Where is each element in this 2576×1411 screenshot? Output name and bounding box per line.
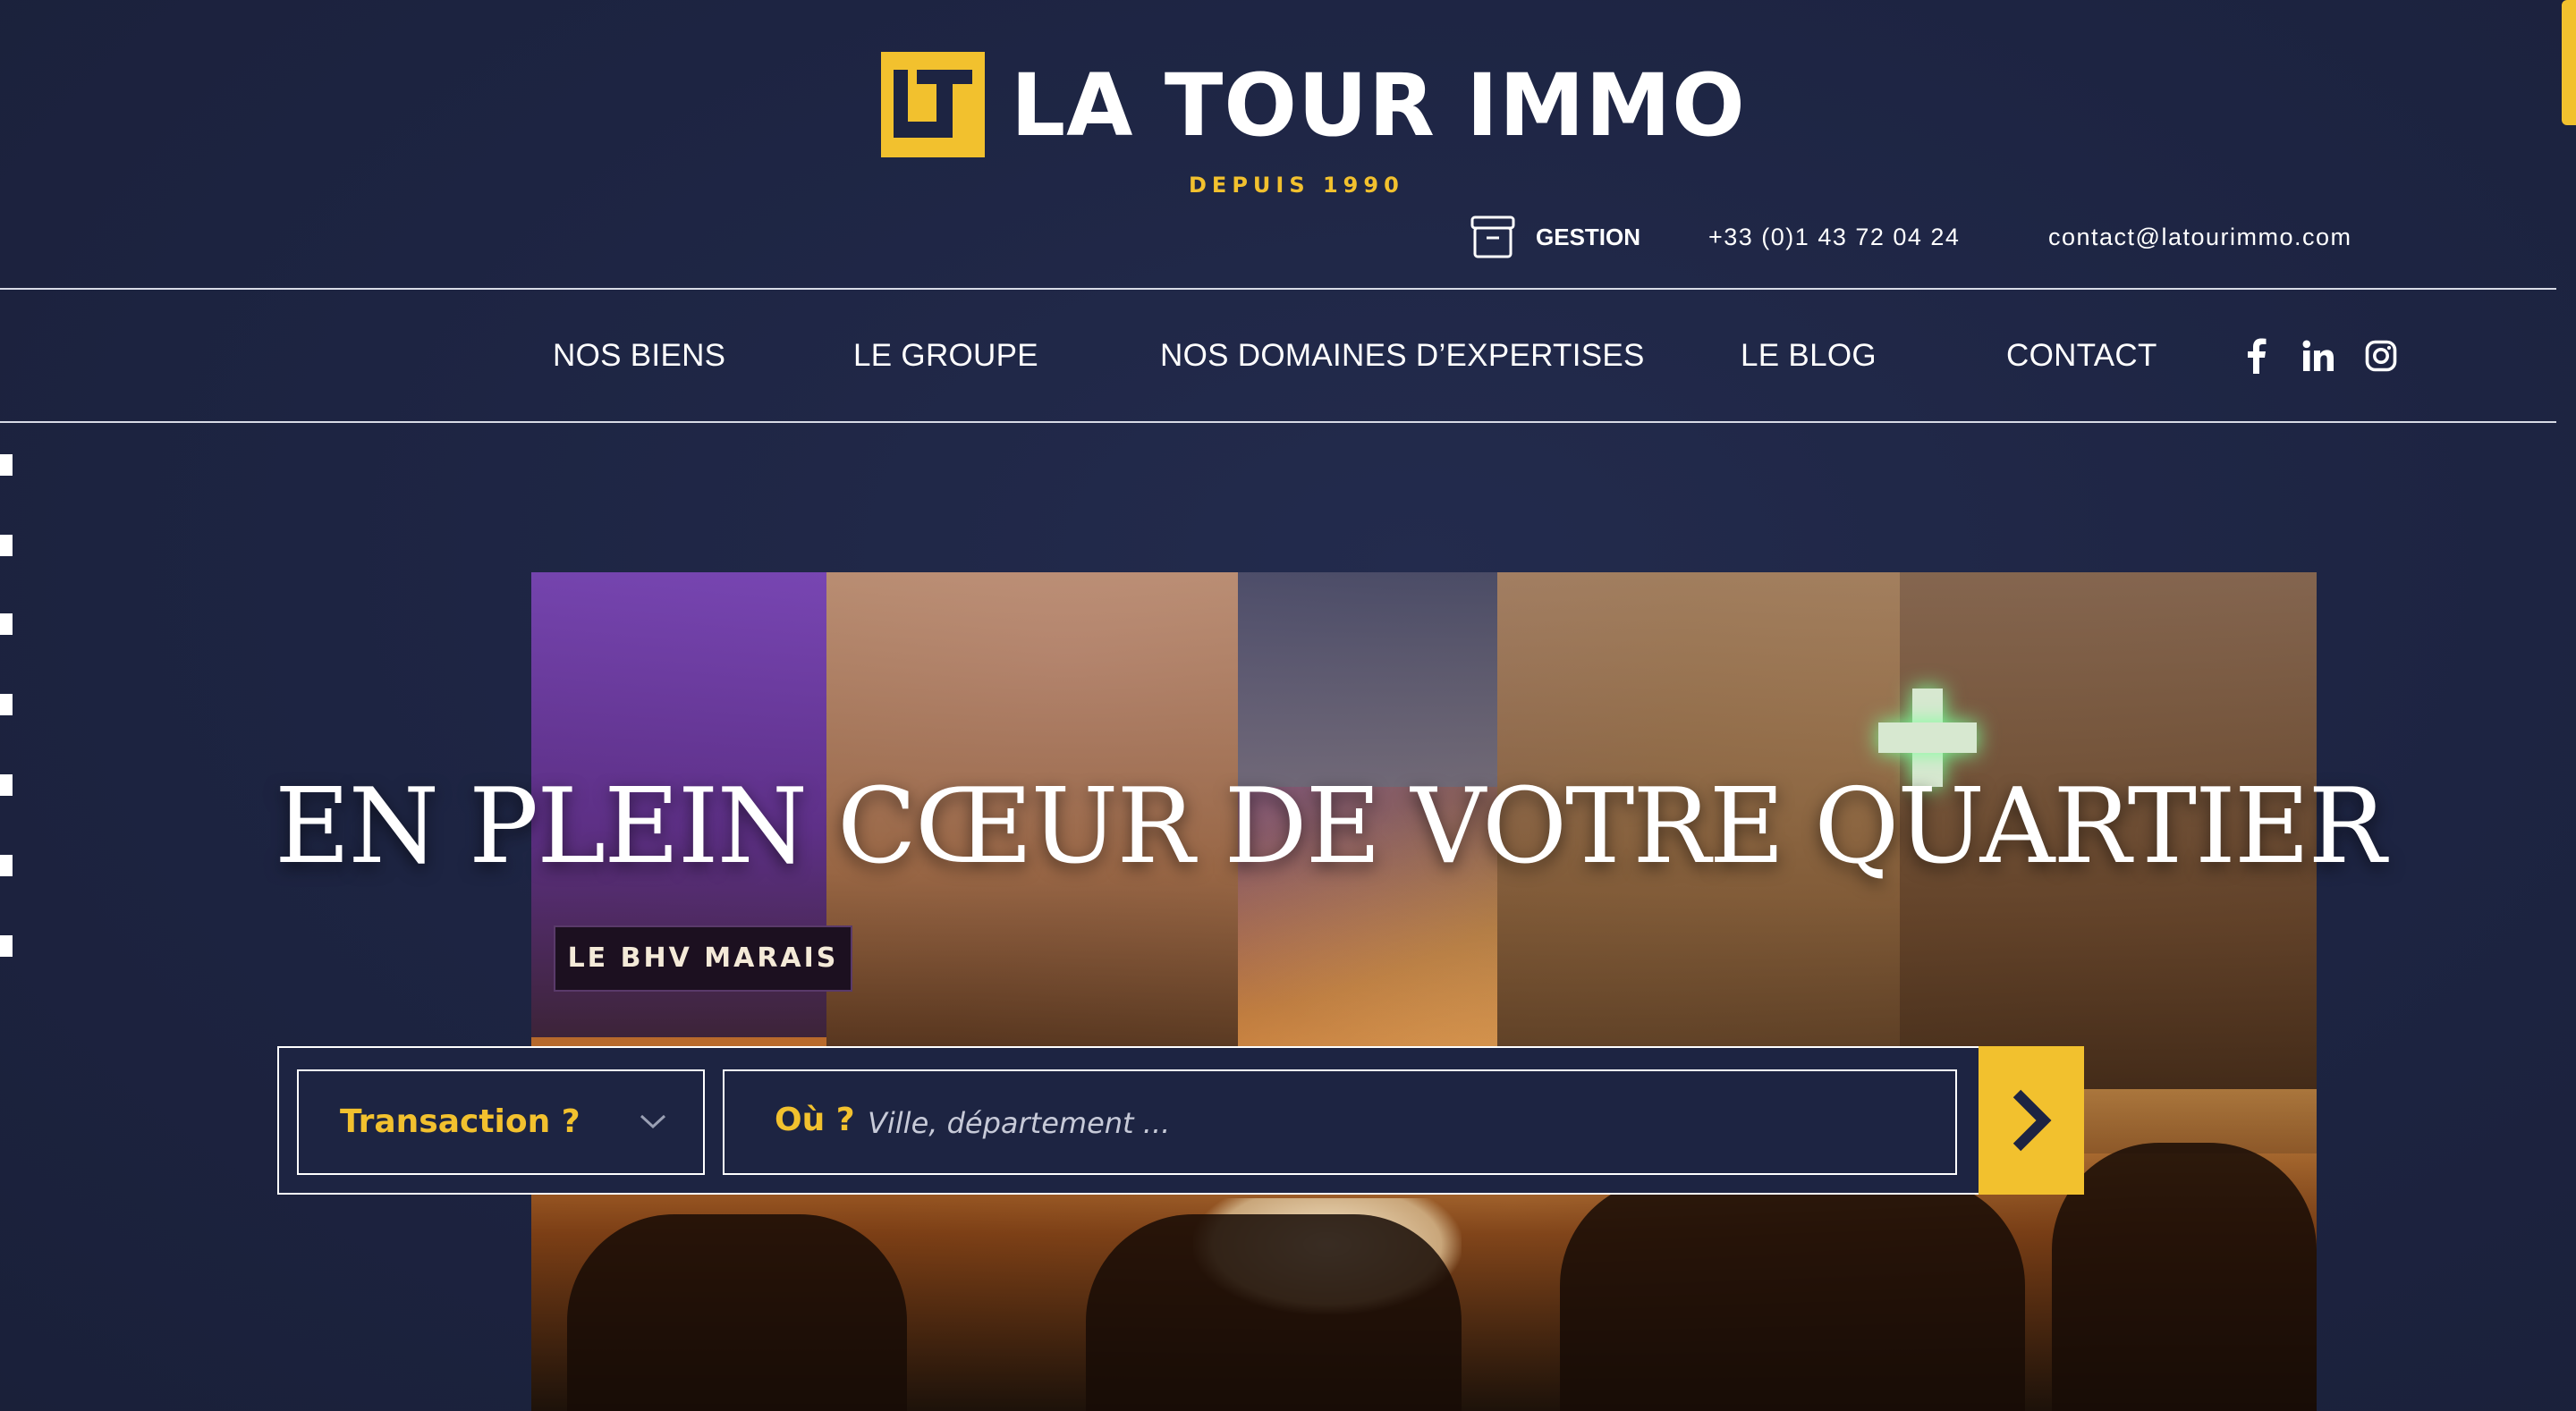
photo-crowd [2052, 1143, 2317, 1411]
instagram-link[interactable] [2365, 333, 2397, 379]
email-link[interactable]: contact@latourimmo.com [2048, 215, 2352, 259]
archive-box-icon [1470, 215, 1515, 258]
side-dash [0, 774, 13, 796]
gestion-label: GESTION [1536, 223, 1641, 250]
site-logo[interactable]: LA TOUR IMMO DEPUIS 1990 [881, 52, 1745, 204]
logo-wordmark: LA TOUR IMMO [1011, 55, 1746, 156]
scrollbar-thumb[interactable] [2562, 0, 2576, 125]
hero-photo: LE BHV MARAIS [531, 572, 2317, 1411]
nav-item-domaines-expertises[interactable]: NOS DOMAINES D’EXPERTISES [1160, 333, 1645, 379]
phone-link[interactable]: +33 (0)1 43 72 04 24 [1708, 215, 1960, 259]
location-input[interactable] [866, 1093, 1925, 1153]
photo-crowd [567, 1214, 907, 1411]
header-divider-top [0, 288, 2556, 290]
side-dash [0, 613, 13, 635]
side-dash [0, 454, 13, 476]
side-dash [0, 694, 13, 715]
instagram-icon [2365, 340, 2397, 372]
hero-title: EN PLEIN CŒUR DE VOTRE QUARTIER [275, 766, 2386, 887]
photo-store-sign: LE BHV MARAIS [554, 925, 852, 992]
chevron-down-icon [640, 1114, 666, 1129]
location-field[interactable]: Où ? [723, 1069, 1957, 1175]
chevron-right-icon [2012, 1089, 2052, 1152]
side-dash [0, 535, 13, 556]
photo-sky [1238, 572, 1497, 787]
logo-tagline: DEPUIS 1990 [1189, 173, 1404, 198]
transaction-select[interactable]: Transaction ? [297, 1069, 705, 1175]
side-dash [0, 855, 13, 876]
transaction-label: Transaction ? [340, 1103, 580, 1140]
facebook-link[interactable] [2243, 333, 2268, 379]
location-label: Où ? [775, 1102, 855, 1138]
search-submit-button[interactable] [1979, 1046, 2084, 1195]
side-dash [0, 935, 13, 957]
linkedin-icon [2302, 340, 2334, 371]
header-divider-bottom [0, 421, 2556, 423]
facebook-icon [2248, 338, 2267, 374]
photo-crowd [1560, 1179, 2025, 1411]
logo-mark-icon [881, 52, 985, 157]
photo-crowd [1086, 1214, 1462, 1411]
nav-item-le-groupe[interactable]: LE GROUPE [853, 333, 1038, 379]
linkedin-link[interactable] [2302, 333, 2334, 379]
gestion-link[interactable]: GESTION [1470, 215, 1640, 259]
nav-item-nos-biens[interactable]: NOS BIENS [553, 333, 725, 379]
nav-item-le-blog[interactable]: LE BLOG [1741, 333, 1877, 379]
nav-item-contact[interactable]: CONTACT [2006, 333, 2157, 379]
property-search-form: Transaction ? Où ? [277, 1046, 2084, 1195]
